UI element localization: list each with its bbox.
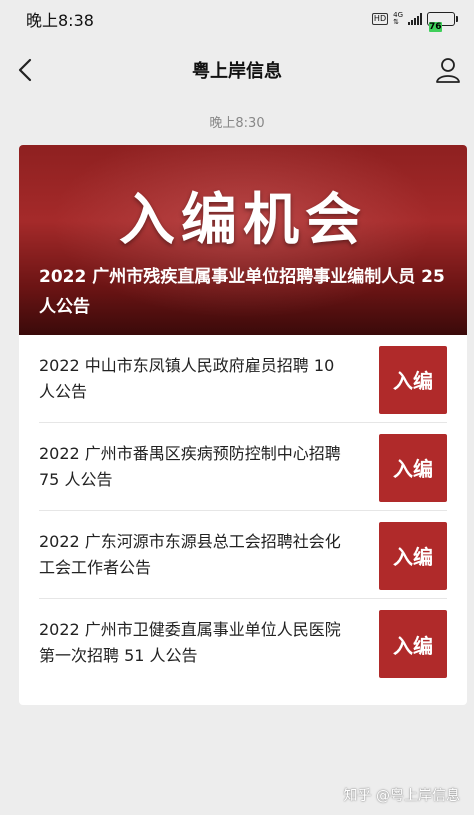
battery-icon: 76: [427, 12, 458, 32]
watermark: 知乎 @粤上岸信息: [343, 788, 460, 804]
article-thumbnail: 入编: [379, 521, 447, 590]
nav-bar: 粤上岸信息: [0, 48, 474, 92]
article-thumbnail: 入编: [379, 610, 447, 678]
article-title: 2022 广东河源市东源县总工会招聘社会化工会工作者公告: [39, 531, 341, 577]
hd-badge: HD: [371, 13, 389, 25]
article-thumbnail: 入编: [379, 345, 447, 414]
hero-article[interactable]: 入编机会 2022 广州市残疾直属事业单位招聘事业编制人员 25 人公告: [19, 145, 467, 335]
article-thumbnail: 入编: [379, 433, 447, 502]
hero-headline: 2022 广州市残疾直属事业单位招聘事业编制人员 25 人公告: [39, 267, 445, 317]
message-timestamp: 晚上8:30: [209, 116, 265, 131]
article-title: 2022 广州市卫健委直属事业单位人民医院第一次招聘 51 人公告: [39, 620, 341, 665]
signal-icon: [408, 13, 422, 25]
hero-banner-text: 入编机会: [119, 187, 367, 253]
article-item[interactable]: 2022 广州市卫健委直属事业单位人民医院第一次招聘 51 人公告 入编: [39, 599, 447, 687]
status-time: 晚上8:38: [26, 11, 94, 30]
back-arrow-icon[interactable]: [14, 56, 38, 84]
article-item[interactable]: 2022 广东河源市东源县总工会招聘社会化工会工作者公告 入编: [39, 511, 447, 599]
network-type: 4G ⇅: [393, 11, 403, 26]
battery-level: 76: [429, 22, 442, 32]
article-list: 2022 中山市东凤镇人民政府雇员招聘 10 人公告 入编 2022 广州市番禺…: [19, 335, 467, 687]
status-bar: 晚上8:38 HD 4G ⇅ 76: [0, 0, 474, 38]
page-title: 粤上岸信息: [192, 61, 282, 82]
article-item[interactable]: 2022 广州市番禺区疾病预防控制中心招聘 75 人公告 入编: [39, 423, 447, 511]
article-item[interactable]: 2022 中山市东凤镇人民政府雇员招聘 10 人公告 入编: [39, 335, 447, 423]
article-title: 2022 广州市番禺区疾病预防控制中心招聘 75 人公告: [39, 443, 341, 489]
article-title: 2022 中山市东凤镇人民政府雇员招聘 10 人公告: [39, 355, 335, 401]
user-profile-icon[interactable]: [434, 56, 462, 84]
status-icons: HD 4G ⇅ 76: [371, 11, 458, 32]
article-card: 入编机会 2022 广州市残疾直属事业单位招聘事业编制人员 25 人公告 202…: [19, 145, 467, 705]
